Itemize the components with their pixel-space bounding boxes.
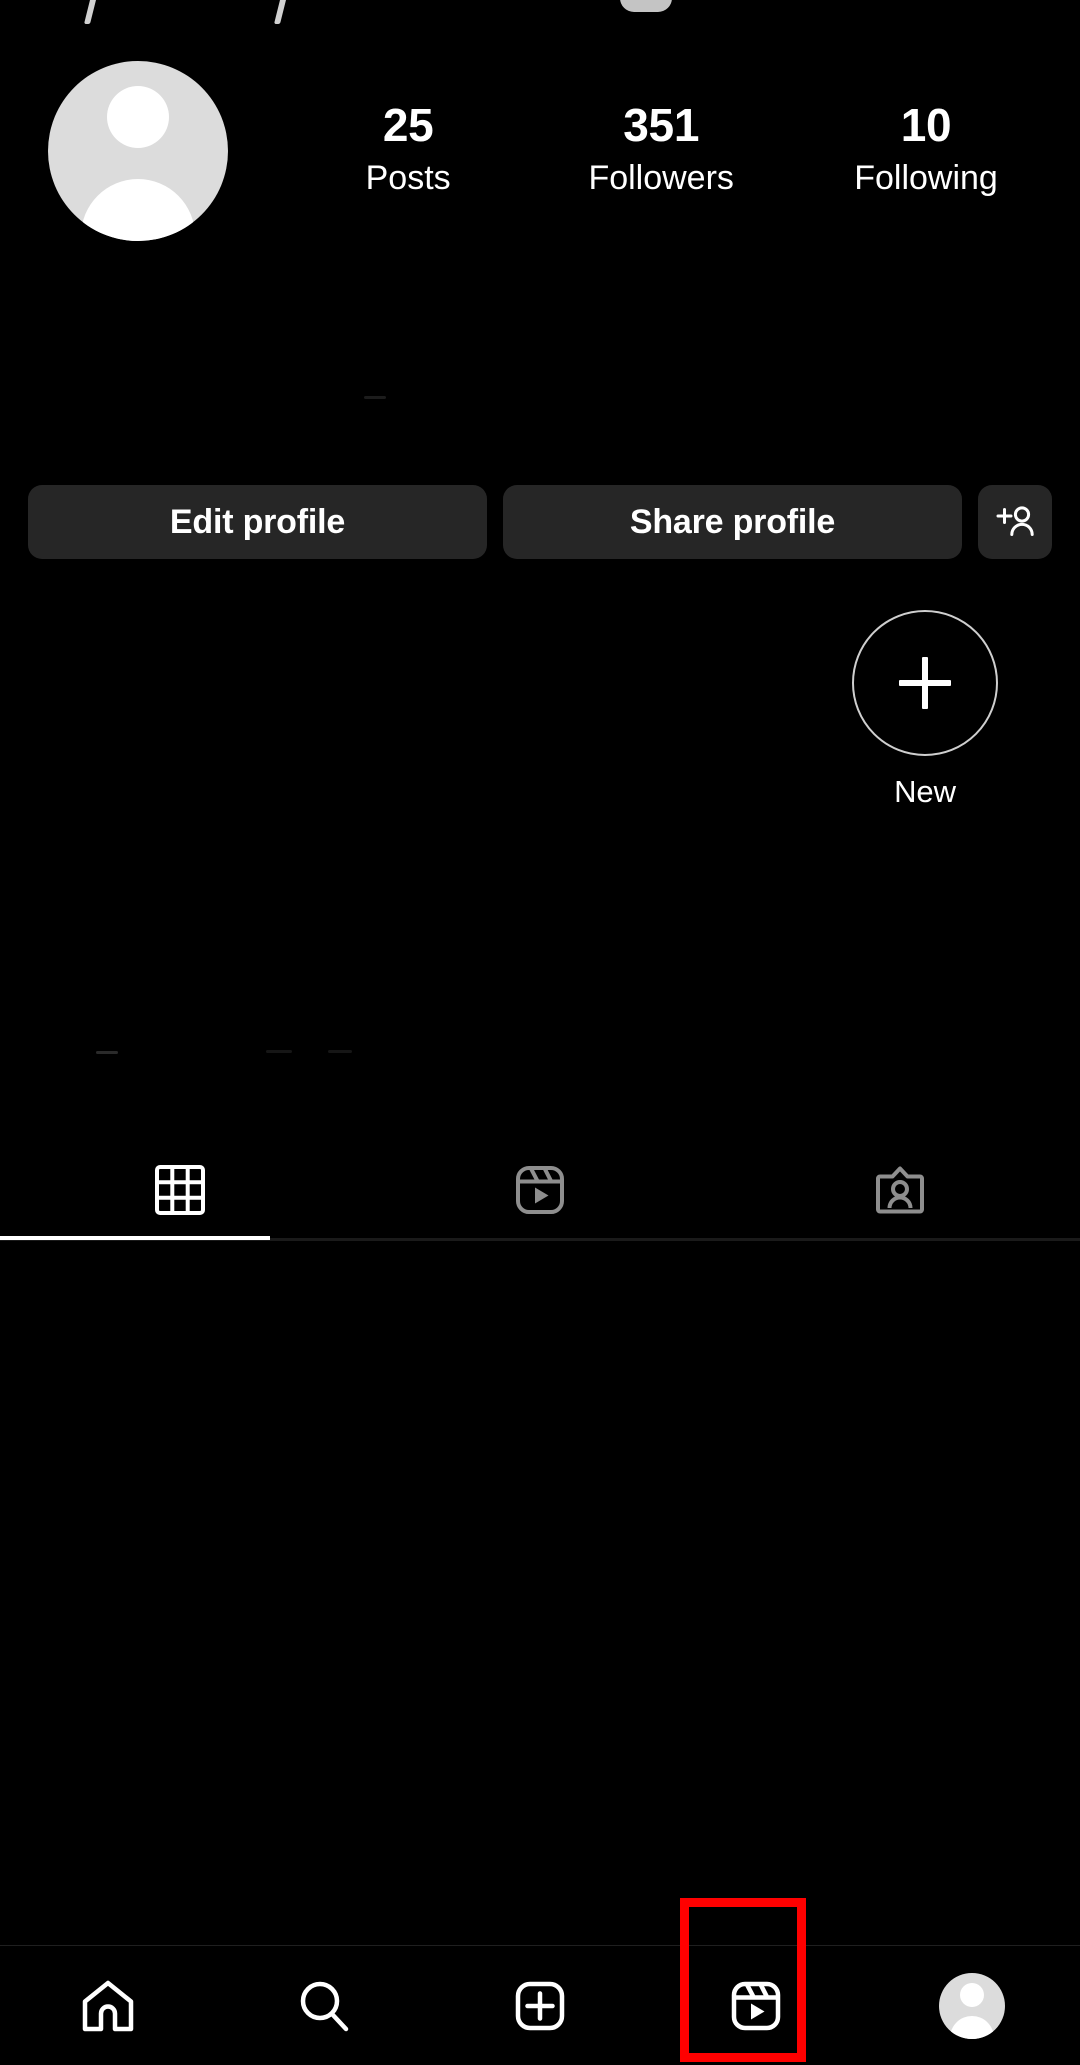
stat-following[interactable]: 10 Following [854,100,998,201]
discover-people-button[interactable] [978,485,1052,559]
post-grid-empty-area [0,1242,1080,1944]
stat-followers-value: 351 [623,99,700,152]
add-person-icon [995,504,1035,540]
stat-posts-value: 25 [382,99,434,152]
bio-text-remnant [364,396,386,399]
stat-following-label: Following [854,158,998,197]
avatar-body-shape [81,179,195,241]
tab-grid[interactable] [0,1140,360,1240]
new-highlight-circle [852,610,998,756]
reels-icon [510,1160,570,1220]
top-cutoff-glyph-remnant [274,0,288,24]
stat-followers[interactable]: 351 Followers [588,100,733,201]
tab-tagged[interactable] [720,1140,1080,1240]
content-remnant [96,1051,118,1054]
content-remnant [266,1050,292,1053]
nav-avatar-body-shape [950,2015,994,2039]
instagram-profile-screen: 25 Posts 351 Followers 10 Following Edit… [0,0,1080,2065]
profile-stats: 25 Posts 351 Followers 10 Following [228,100,1080,201]
content-remnant [328,1050,352,1053]
plus-square-icon [509,1975,571,2037]
stat-posts[interactable]: 25 Posts [348,100,468,201]
nav-avatar-head-shape [960,1982,984,2007]
nav-item-reels[interactable] [648,1975,864,2037]
new-highlight-button[interactable]: New [852,610,998,810]
content-tabs [0,1140,1080,1240]
avatar-head-shape [107,86,169,148]
new-highlight-label: New [894,774,956,809]
story-highlights-row: New [0,610,1080,840]
bottom-navigation-bar [0,1945,1080,2065]
tab-reels[interactable] [360,1140,720,1240]
nav-item-search[interactable] [216,1975,432,2037]
nav-item-create[interactable] [432,1975,648,2037]
top-cutoff-icon-remnant [620,0,672,12]
profile-avatar-icon [939,1972,1005,2039]
nav-item-home[interactable] [0,1975,216,2037]
tagged-person-icon [870,1160,930,1220]
profile-action-buttons: Edit profile Share profile [0,485,1080,559]
stat-followers-label: Followers [588,158,734,197]
grid-icon [150,1160,210,1220]
top-cutoff-glyph-remnant [84,0,98,24]
tab-active-underline [0,1236,270,1240]
search-icon [293,1975,355,2037]
profile-header: 25 Posts 351 Followers 10 Following [0,56,1080,246]
reels-icon [725,1975,787,2037]
profile-avatar[interactable] [48,61,228,241]
stat-following-value: 10 [900,99,952,152]
plus-icon [899,657,951,709]
home-icon [77,1975,139,2037]
stat-posts-label: Posts [365,158,451,197]
share-profile-button[interactable]: Share profile [503,485,962,559]
nav-item-profile[interactable] [864,1972,1080,2039]
edit-profile-button[interactable]: Edit profile [28,485,487,559]
default-avatar-person-icon [48,61,228,241]
